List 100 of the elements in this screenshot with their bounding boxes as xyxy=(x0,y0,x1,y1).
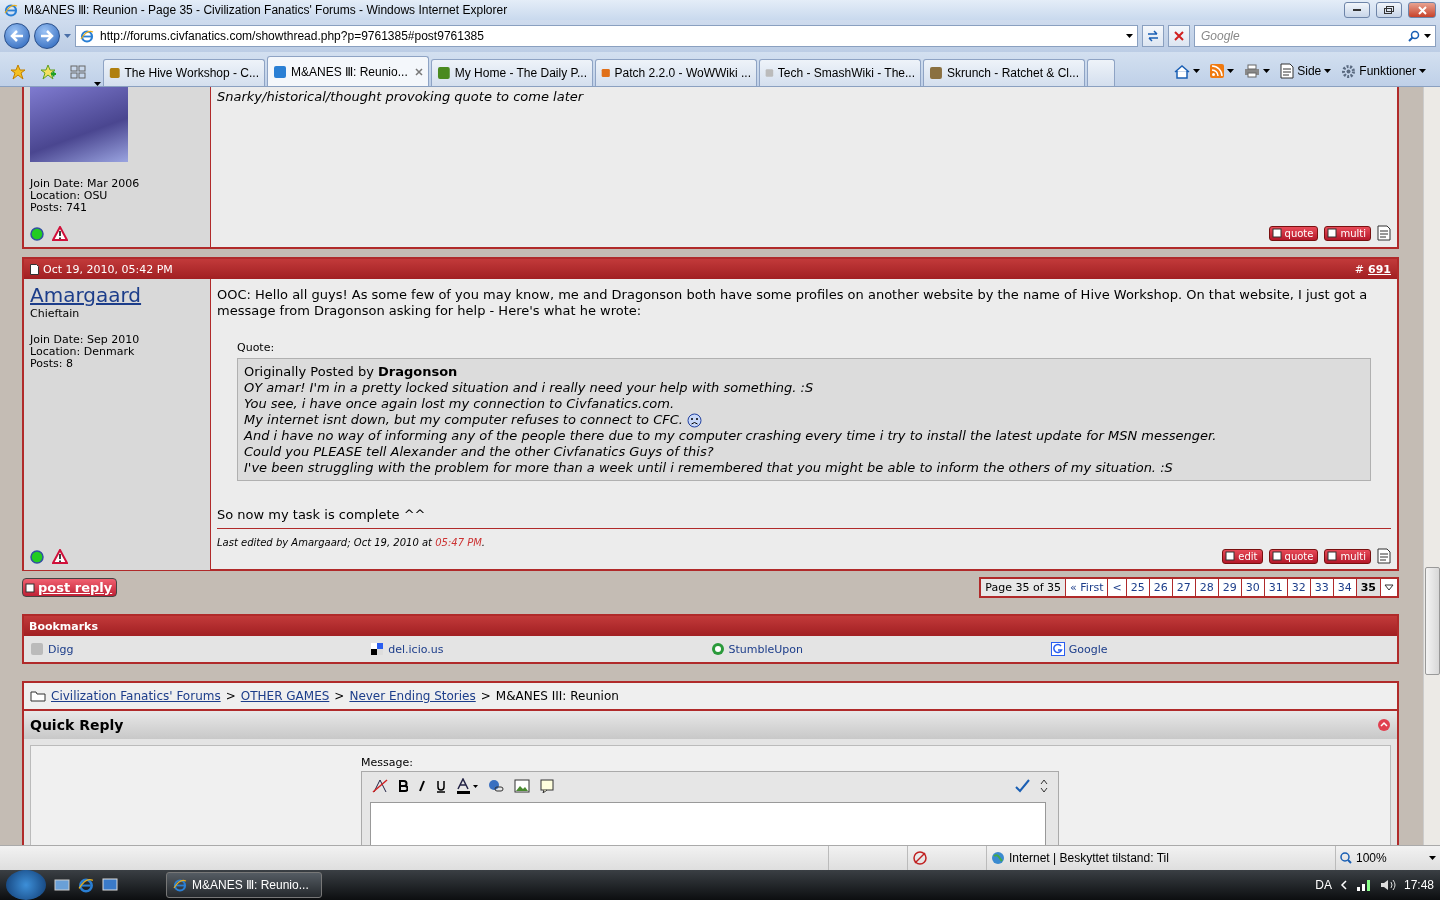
back-arrow-icon xyxy=(10,30,24,42)
language-indicator[interactable]: DA xyxy=(1315,878,1332,892)
user-info-text: Location: Denmark xyxy=(30,346,136,358)
breadcrumb-link[interactable]: OTHER GAMES xyxy=(240,689,330,703)
resize-icon[interactable] xyxy=(1038,779,1050,793)
post-action-button[interactable]: multi xyxy=(1324,225,1371,241)
google-icon xyxy=(1050,642,1065,656)
post-action-button[interactable]: quote xyxy=(1268,225,1319,241)
spellcheck-icon[interactable] xyxy=(1012,779,1032,793)
bookmark-link[interactable]: del.icio.us xyxy=(370,642,711,656)
taskbar-window-button[interactable]: M&ANES Ⅲ: Reunio... xyxy=(166,872,322,898)
username-link[interactable]: Amargaard xyxy=(30,283,204,307)
start-button[interactable] xyxy=(6,870,46,900)
refresh-icon xyxy=(1146,30,1160,42)
site-icon xyxy=(929,66,943,80)
minimize-button[interactable] xyxy=(1344,2,1370,18)
network-icon[interactable] xyxy=(1355,878,1372,892)
quote-text: OY amar! I'm in a pretty locked situation and i really need your help with something. :S xyxy=(244,380,814,396)
browser-tab[interactable]: Skrunch - Ratchet & Cl... xyxy=(923,59,1085,86)
restore-icon xyxy=(1384,6,1394,14)
caret-icon xyxy=(1324,69,1332,73)
scrollbar[interactable] xyxy=(1423,87,1440,845)
remove-format-icon[interactable] xyxy=(370,779,390,793)
bookmark-link[interactable]: Google xyxy=(1050,642,1391,656)
warning-icon[interactable] xyxy=(52,549,68,564)
refresh-button[interactable] xyxy=(1142,25,1164,47)
quick-reply-title: Quick Reply xyxy=(30,717,124,733)
document-icon xyxy=(1280,63,1295,79)
command-menu-button[interactable]: Funktioner xyxy=(1339,63,1428,79)
globe-icon xyxy=(991,851,1005,865)
browser-tab[interactable]: Tech - SmashWiki - The... xyxy=(759,59,921,86)
minimize-icon xyxy=(1353,8,1361,12)
breadcrumb-separator: > xyxy=(334,689,345,703)
font-color-icon[interactable] xyxy=(454,778,480,794)
close-tab-icon[interactable] xyxy=(415,67,423,76)
caret-icon xyxy=(1263,69,1271,73)
warning-icon[interactable] xyxy=(52,226,68,241)
site-icon xyxy=(273,64,287,79)
message-field[interactable] xyxy=(370,802,1046,845)
feeds-button[interactable] xyxy=(1208,64,1237,78)
caret-icon xyxy=(1424,34,1431,38)
clock[interactable]: 17:48 xyxy=(1403,878,1434,892)
note-icon xyxy=(1271,228,1282,238)
browser-tab[interactable]: My Home - The Daily P... xyxy=(431,59,593,86)
search-icon[interactable] xyxy=(1408,30,1420,42)
address-field[interactable]: http://forums.civfanatics.com/showthread.php?p=9761385#post9761385 xyxy=(75,25,1138,47)
quote-icon[interactable] xyxy=(538,779,556,793)
note-icon xyxy=(1225,551,1236,561)
forward-button[interactable] xyxy=(34,23,60,49)
breadcrumb-separator: > xyxy=(225,689,236,703)
page-link[interactable]: 35 xyxy=(1356,579,1381,596)
print-button[interactable] xyxy=(1242,64,1273,78)
collapse-icon[interactable] xyxy=(1377,718,1391,732)
quote-text: I've been struggling with the problem for more than a week until i remembered that you might be able to inform the others of my situation. :S xyxy=(244,460,1173,476)
breadcrumb-link[interactable]: Civilization Fanatics' Forums xyxy=(51,689,221,703)
close-icon xyxy=(1417,5,1427,15)
post-action-button[interactable]: quote xyxy=(1268,548,1319,564)
back-button[interactable] xyxy=(4,23,30,49)
breadcrumb-link[interactable]: Never Ending Stories xyxy=(349,689,476,703)
show-desktop-icon[interactable] xyxy=(54,878,70,892)
bookmark-link[interactable]: Digg xyxy=(30,642,371,656)
browser-tab[interactable]: M&ANES Ⅲ: Reunio... xyxy=(267,56,429,86)
post-number-link[interactable]: 691 xyxy=(1368,262,1391,276)
quote-text: My internet isnt down, but my computer refuses to connect to CFC. xyxy=(244,412,683,428)
zoom-icon xyxy=(1340,852,1352,864)
bookmark-link[interactable]: StumbleUpon xyxy=(710,642,1051,656)
caret-icon xyxy=(1429,856,1436,860)
note-icon xyxy=(1327,551,1338,561)
post-number-prefix: # xyxy=(1354,262,1365,276)
user-info-text: Join Date: Sep 2010 xyxy=(30,334,141,346)
zoom-level[interactable]: 100% xyxy=(1356,851,1387,865)
command-menu-button[interactable]: Side xyxy=(1278,63,1334,79)
italic-icon[interactable] xyxy=(416,780,428,792)
post-action-button[interactable]: edit xyxy=(1222,548,1263,564)
home-button[interactable] xyxy=(1172,63,1203,79)
caret-icon xyxy=(1126,34,1133,38)
post-action-button[interactable]: multi xyxy=(1324,548,1371,564)
site-icon xyxy=(437,66,451,80)
scrollbar-thumb[interactable] xyxy=(1424,567,1440,675)
switch-windows-icon[interactable] xyxy=(102,878,118,892)
link-icon[interactable] xyxy=(486,779,506,793)
restore-button[interactable] xyxy=(1376,2,1402,18)
volume-icon[interactable] xyxy=(1379,878,1396,892)
bold-icon[interactable] xyxy=(396,780,410,792)
post-reply-button[interactable]: post reply xyxy=(22,578,118,597)
privacy-icon[interactable] xyxy=(912,851,928,865)
chevron-left-icon[interactable] xyxy=(1339,880,1348,890)
browser-tab[interactable]: Patch 2.2.0 - WoWWiki ... xyxy=(595,59,757,86)
ie-icon xyxy=(78,877,94,893)
post-text: OOC: Hello all guys! As some few of you may know, me and Dragonson both have some profiles on another website by the name of Hive Workshop. On that website, I just got a message from Dragonson asking for help - Here's what he wrote: xyxy=(217,287,1369,319)
document-icon xyxy=(1377,225,1391,241)
note-icon xyxy=(1327,228,1338,238)
image-icon[interactable] xyxy=(512,779,532,793)
close-button[interactable] xyxy=(1408,2,1436,18)
quote-text: You see, i have once again lost my connection to Civfanatics.com. xyxy=(244,396,675,412)
search-bar[interactable]: Google xyxy=(1194,25,1436,47)
underline-icon[interactable] xyxy=(434,779,448,793)
stop-button[interactable] xyxy=(1168,25,1190,47)
browser-tab[interactable]: The Hive Workshop - C... xyxy=(103,59,265,86)
caret-icon xyxy=(1193,69,1201,73)
